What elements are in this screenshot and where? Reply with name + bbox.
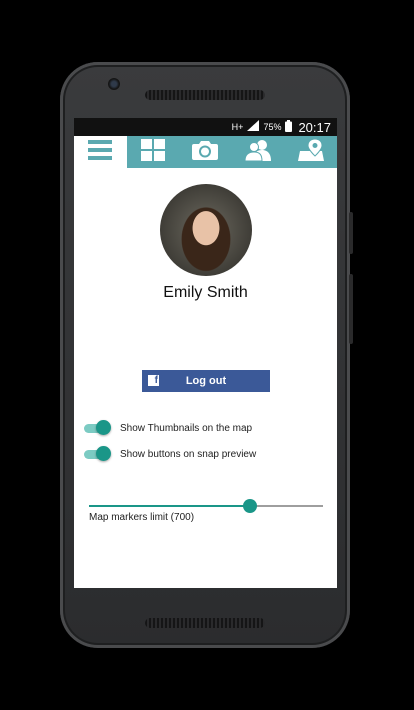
- battery-percent: 75%: [263, 122, 282, 132]
- camera-icon: [192, 140, 219, 165]
- tab-map[interactable]: [284, 136, 337, 168]
- facebook-logout-button[interactable]: f Log out: [142, 370, 270, 392]
- profile-avatar: [160, 184, 252, 276]
- toggle-thumb: [96, 446, 111, 461]
- profile-name: Emily Smith: [163, 284, 248, 301]
- people-icon: [244, 139, 272, 166]
- front-camera: [108, 78, 120, 90]
- settings-panel: Emily Smith f Log out Show Thumbnails on…: [74, 168, 337, 588]
- signal-icon: [247, 120, 260, 134]
- logout-label: Log out: [185, 375, 227, 387]
- slider-fill: [89, 505, 251, 507]
- clock: 20:17: [298, 119, 331, 135]
- menu-icon: [88, 139, 113, 165]
- map-marker-icon: [297, 137, 324, 166]
- slider-knob[interactable]: [243, 499, 258, 513]
- top-nav: [74, 136, 337, 168]
- snap-buttons-toggle-label: Show buttons on snap preview: [120, 448, 257, 460]
- bottom-speaker: [145, 618, 265, 628]
- grid-icon: [140, 138, 165, 166]
- tab-menu[interactable]: [74, 136, 127, 168]
- network-type: H+: [231, 122, 244, 132]
- snap-buttons-toggle[interactable]: [84, 446, 111, 462]
- map-markers-label: Map markers limit (700): [89, 512, 195, 523]
- top-speaker: [145, 90, 265, 100]
- status-bar: H+ 75% 20:17: [74, 118, 337, 136]
- battery-icon: [285, 119, 293, 135]
- tab-people[interactable]: [232, 136, 285, 168]
- toggle-thumb: [96, 420, 111, 435]
- facebook-icon: f: [148, 375, 159, 386]
- tab-camera[interactable]: [179, 136, 232, 168]
- setting-show-buttons: Show buttons on snap preview: [84, 446, 256, 462]
- thumbnails-toggle-label: Show Thumbnails on the map: [120, 422, 253, 434]
- power-button: [349, 212, 353, 254]
- app-screen: H+ 75% 20:17 Emily Smith f Log out Show …: [74, 118, 337, 588]
- thumbnails-toggle[interactable]: [84, 420, 111, 436]
- tab-grid[interactable]: [127, 136, 180, 168]
- volume-button: [349, 274, 353, 344]
- setting-show-thumbnails: Show Thumbnails on the map: [84, 420, 252, 436]
